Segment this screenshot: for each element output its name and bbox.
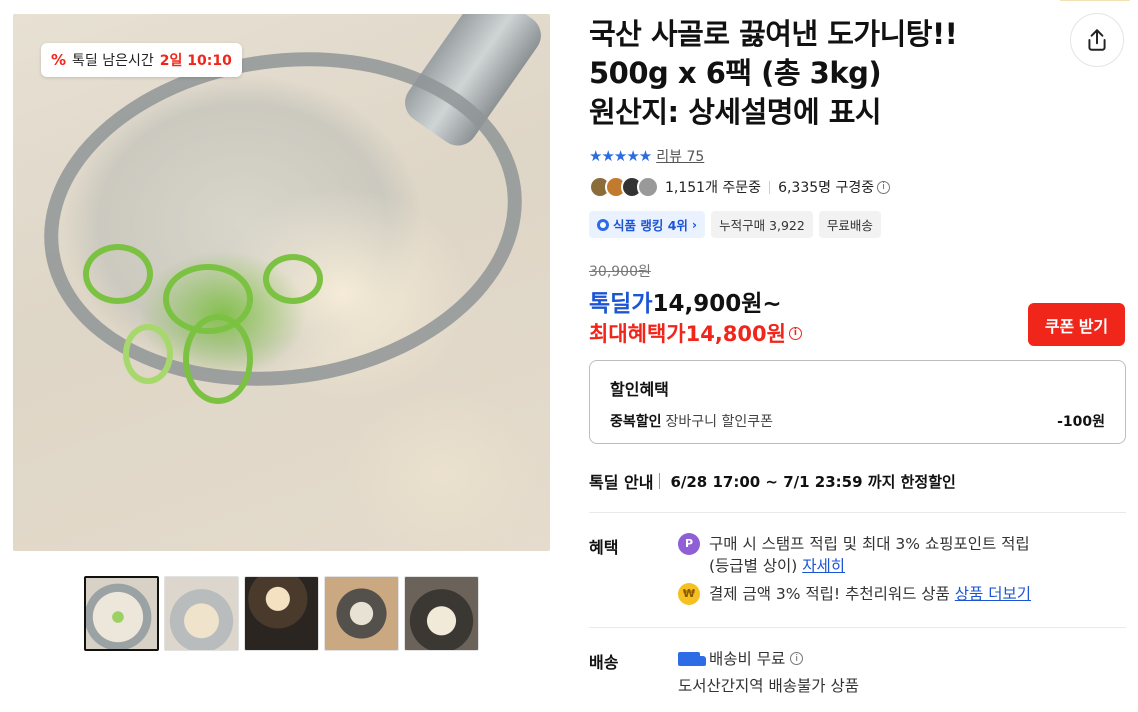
product-title: 국산 사골로 끓여낸 도가니탕!! 500g x 6팩 (총 3kg) 원산지:… (589, 15, 1059, 132)
scallion-slice (183, 314, 253, 404)
thumbnail-1[interactable] (84, 576, 159, 651)
benefits-label: 혜택 (589, 538, 619, 557)
timer-label: 톡딜 남은시간 (72, 53, 154, 69)
benefit-line-1-text: 구매 시 스탬프 적립 및 최대 3% 쇼핑포인트 적립 (709, 535, 1030, 553)
benefit-detail-link[interactable]: 자세히 (802, 557, 845, 575)
discount-row-desc: 장바구니 할인쿠폰 (665, 414, 774, 430)
shipping-label: 배송 (589, 653, 619, 672)
more-products-link[interactable]: 상품 더보기 (955, 583, 1031, 605)
benefit-line-2-text: 결제 금액 3% 적립! 추천리워드 상품 (709, 585, 950, 603)
discount-title: 할인혜택 (610, 380, 669, 399)
info-icon[interactable]: i (788, 326, 802, 340)
rating-stars-icon: ★★★★★ (589, 147, 652, 165)
ranking-label: 식품 랭킹 4위 (613, 218, 688, 233)
social-proof-row: 1,151개 주문중 6,335명 구경중 i (589, 176, 891, 198)
max-benefit-price: 최대혜택가 14,800원 i (589, 318, 802, 348)
title-line-1: 국산 사골로 끓여낸 도가니탕!! (589, 17, 958, 51)
share-icon (1088, 29, 1106, 51)
thumbnail-5[interactable] (404, 576, 479, 651)
divider (659, 473, 661, 489)
benefit-line-1-sub: (등급별 상이) (709, 557, 798, 575)
deal-info-label: 톡딜 안내 (589, 473, 654, 492)
max-price-label: 최대혜택가 (589, 322, 686, 346)
thumbnail-2[interactable] (164, 576, 239, 651)
timer-value: 2일 10:10 (159, 53, 232, 69)
free-shipping-chip: 무료배송 (818, 211, 881, 238)
order-count: 1,151개 주문중 (665, 180, 762, 196)
badge-chips: 식품 랭킹 4위 › 누적구매 3,922 무료배송 (589, 211, 881, 238)
deal-timer-badge: % 톡딜 남은시간 2일 10:10 (41, 43, 242, 77)
benefit-line-1-sub-wrap: (등급별 상이) 자세히 (709, 555, 1030, 577)
ranking-icon (597, 218, 609, 231)
deal-price-value: 14,900원~ (652, 291, 782, 317)
share-accent-line (1060, 0, 1130, 3)
deal-info-text: 6/28 17:00 ~ 7/1 23:59 까지 한정할인 (670, 472, 956, 491)
section-divider (589, 627, 1126, 628)
rating-row: ★★★★★ 리뷰 75 (589, 146, 704, 166)
max-price-value: 14,800원 (685, 322, 786, 346)
deal-price: 톡딜가14,900원~ (589, 284, 782, 318)
info-icon[interactable]: i (790, 652, 804, 665)
watching-count: 6,335명 구경중 (778, 180, 875, 196)
scallion-slice (83, 244, 153, 304)
benefit-line-2: ₩ 결제 금액 3% 적립! 추천리워드 상품 상품 더보기 (678, 583, 1031, 605)
thumbnail-strip (84, 576, 479, 651)
title-line-2: 500g x 6팩 (총 3kg) (589, 56, 882, 90)
scallion-slice (263, 254, 323, 304)
product-main-image[interactable]: % 톡딜 남은시간 2일 10:10 (13, 14, 550, 551)
point-coin-icon: P (678, 533, 700, 555)
truck-icon (678, 652, 706, 666)
benefit-line-1-text-block: 구매 시 스탬프 적립 및 최대 3% 쇼핑포인트 적립 (등급별 상이) 자세… (709, 533, 1030, 577)
cumulative-purchase-chip: 누적구매 3,922 (711, 211, 813, 238)
avatar (637, 176, 659, 198)
shipping-note-row: 도서산간지역 배송불가 상품 (678, 675, 859, 697)
shipping-note: 도서산간지역 배송불가 상품 (678, 677, 859, 695)
get-coupon-button[interactable]: 쿠폰 받기 (1028, 303, 1125, 346)
discount-row-value: -100원 (1057, 414, 1105, 430)
title-line-3: 원산지: 상세설명에 표시 (589, 95, 882, 129)
review-link[interactable]: 리뷰 75 (656, 146, 704, 166)
discount-box: 할인혜택 중복할인 장바구니 할인쿠폰 -100원 (589, 360, 1126, 444)
percent-icon: % (51, 51, 67, 69)
buyer-avatars (589, 176, 659, 198)
ranking-chip[interactable]: 식품 랭킹 4위 › (589, 211, 706, 238)
share-button[interactable] (1070, 13, 1124, 67)
thumbnail-3[interactable] (244, 576, 319, 651)
discount-row-key: 중복할인 (610, 414, 662, 430)
deal-info-row: 톡딜 안내 6/28 17:00 ~ 7/1 23:59 까지 한정할인 (589, 469, 956, 493)
reward-coin-icon: ₩ (678, 583, 700, 605)
shipping-fee: 배송비 무료 (709, 650, 786, 668)
original-price: 30,900원 (589, 264, 651, 280)
divider (769, 180, 771, 194)
discount-row: 중복할인 장바구니 할인쿠폰 -100원 (610, 411, 1105, 431)
deal-price-label: 톡딜가 (589, 291, 653, 317)
section-divider (589, 512, 1126, 513)
benefit-line-1: P 구매 시 스탬프 적립 및 최대 3% 쇼핑포인트 적립 (등급별 상이) … (678, 533, 1030, 577)
shipping-fee-row: 배송비 무료 i (678, 648, 804, 670)
thumbnail-4[interactable] (324, 576, 399, 651)
chevron-right-icon: › (691, 217, 698, 232)
scallion-slice (123, 324, 173, 384)
info-icon[interactable]: i (877, 180, 891, 194)
